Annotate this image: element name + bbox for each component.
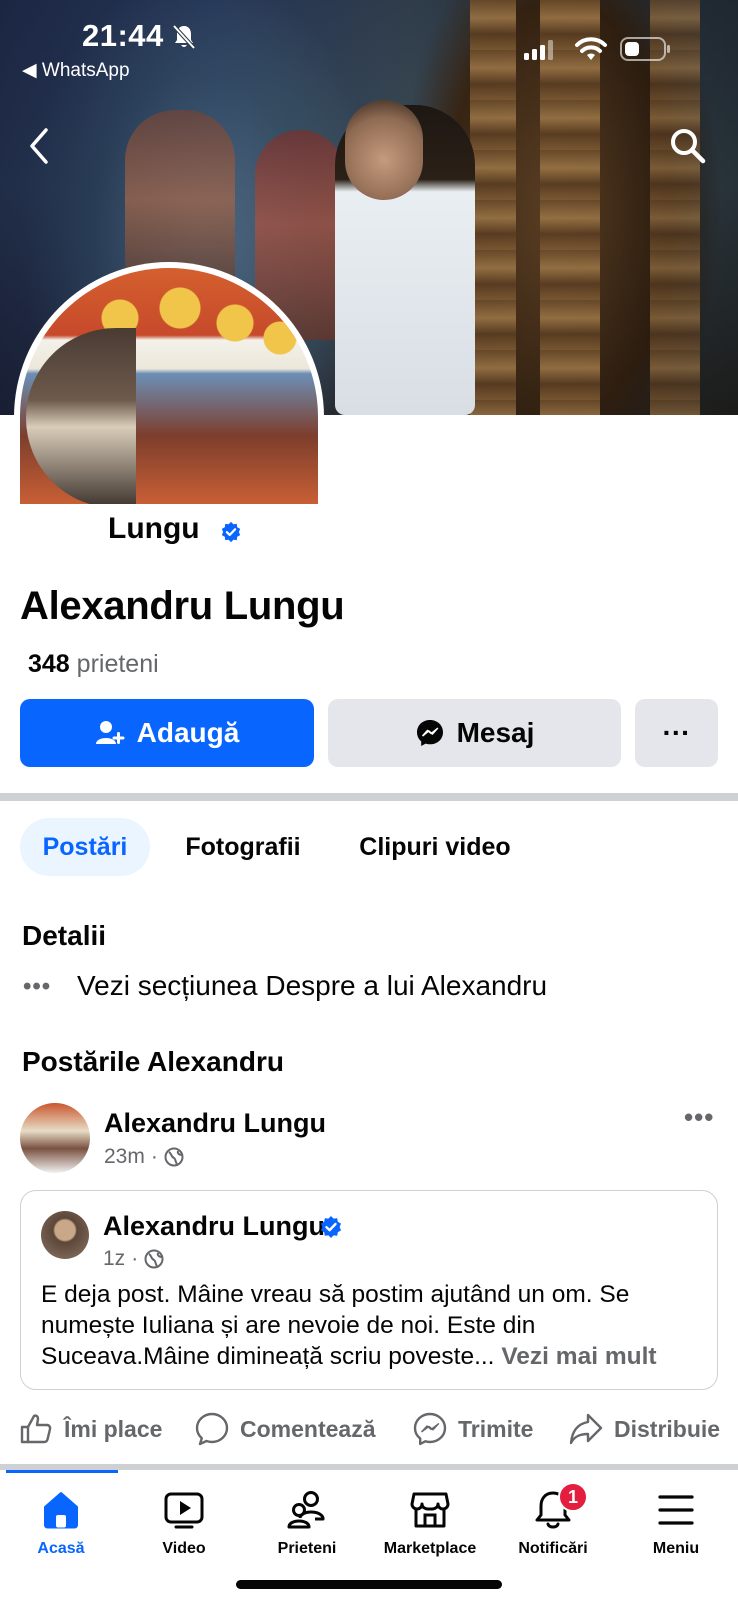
back-chevron-icon[interactable] [26,124,54,168]
more-dots-icon: ••• [23,973,52,1000]
friends-count-value: 348 [28,650,70,678]
tab-posts[interactable]: Postări [20,818,150,876]
search-icon[interactable] [668,126,708,166]
post-meta: 23m · [104,1145,184,1169]
nav-home-label: Acasă [37,1540,85,1557]
comment-button[interactable]: Comentează [194,1407,375,1451]
nav-marketplace-label: Marketplace [383,1540,477,1557]
share-label: Distribuie [614,1415,721,1442]
verified-badge-icon [321,1216,341,1238]
status-bar: 21:44 ◀ WhatsApp [0,0,738,90]
post-meta-separator: · [150,1145,158,1168]
shared-post-time[interactable]: 1z [103,1247,125,1271]
wifi-icon [575,37,607,60]
active-tab-indicator [6,1470,118,1473]
profile-name-partial: Lungu [108,512,200,545]
add-friend-icon [95,721,125,744]
add-friend-label: Adaugă [136,717,240,748]
shared-meta-separator: · [131,1247,139,1270]
nav-menu-label: Meniu [652,1540,700,1557]
share-arrow-icon [569,1413,603,1445]
bell-muted-icon [172,24,196,50]
menu-icon [658,1495,694,1525]
tab-videos[interactable]: Clipuri video [340,818,530,876]
globe-icon [164,1147,184,1167]
status-time: 21:44 [82,18,164,53]
like-label: Îmi place [64,1415,163,1442]
shared-author-avatar[interactable] [41,1211,89,1259]
nav-video-label: Video [162,1540,206,1557]
message-label: Mesaj [456,717,535,748]
thumbs-up-icon [20,1414,52,1444]
home-indicator[interactable] [236,1580,502,1589]
cellular-signal-icon [524,40,553,60]
posts-heading: Postările Alexandru [22,1046,284,1077]
nav-notifications[interactable]: 1 Notificări [492,1482,614,1558]
nav-notifications-label: Notificări [518,1540,588,1557]
share-button[interactable]: Distribuie [568,1407,720,1451]
home-icon [44,1492,78,1529]
friends-count-label: prieteni [76,650,159,678]
messenger-icon [416,720,443,746]
nav-friends-label: Prieteni [277,1540,337,1557]
battery-icon [620,37,670,61]
post-author-avatar[interactable] [20,1103,90,1173]
see-more-link[interactable]: Vezi mai mult [501,1343,656,1370]
nav-marketplace[interactable]: Marketplace [369,1488,491,1558]
like-button[interactable]: Îmi place [18,1407,162,1451]
shared-post-card[interactable]: Alexandru Lungu 1z · E deja post. Mâine … [20,1190,718,1390]
comment-icon [195,1412,229,1446]
message-button[interactable]: Mesaj [328,699,621,767]
messenger-icon [413,1412,447,1446]
more-options-icon: ··· [662,717,691,748]
shared-post-meta: 1z · [103,1247,164,1271]
send-label: Trimite [458,1415,534,1442]
nav-video[interactable]: Video [123,1488,245,1558]
nav-friends[interactable]: Prieteni [246,1488,368,1558]
send-button[interactable]: Trimite [412,1407,533,1451]
friends-icon [287,1491,325,1529]
post-time[interactable]: 23m [104,1145,145,1169]
verified-badge-icon [221,521,241,543]
more-options-button[interactable]: ··· [635,699,718,767]
nav-home[interactable]: Acasă [0,1488,122,1558]
about-section-link[interactable]: Vezi secțiunea Despre a lui Alexandru [77,970,547,1002]
shared-post-text: E deja post. Mâine vreau să postim ajutâ… [41,1279,701,1372]
back-to-app-link[interactable]: ◀ WhatsApp [22,59,130,82]
notification-count-badge: 1 [558,1482,588,1512]
add-friend-button[interactable]: Adaugă [20,699,314,767]
profile-name: Alexandru Lungu [20,584,345,628]
marketplace-icon [410,1492,450,1528]
friends-count[interactable]: 348 prieteni [28,650,159,679]
tab-photos[interactable]: Fotografii [170,818,316,876]
shared-author-name[interactable]: Alexandru Lungu [103,1211,325,1242]
cover-person-head [345,100,423,200]
nav-menu[interactable]: Meniu [615,1488,737,1558]
globe-icon [144,1249,164,1269]
profile-picture[interactable] [14,262,324,504]
post-author-name[interactable]: Alexandru Lungu [104,1108,326,1139]
section-divider [0,793,738,801]
post-options-icon[interactable]: ••• [684,1102,714,1133]
comment-label: Comentează [240,1415,376,1442]
details-heading: Detalii [22,920,107,951]
video-icon [164,1492,204,1529]
